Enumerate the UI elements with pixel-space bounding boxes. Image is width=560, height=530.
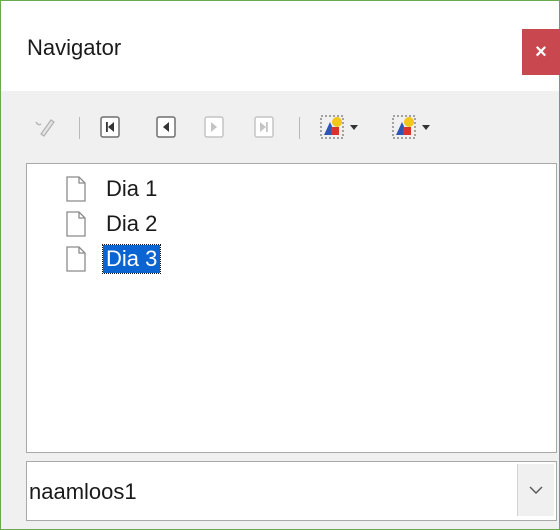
chevron-down-icon — [422, 125, 430, 130]
toolbar — [1, 101, 559, 153]
document-icon — [66, 176, 86, 202]
shapes-button[interactable] — [383, 111, 439, 143]
chevron-down-icon — [350, 125, 358, 130]
last-slide-icon — [254, 116, 274, 138]
title-bar: Navigator × — [1, 1, 560, 91]
tree-item-dia-3[interactable]: Dia 3 — [65, 242, 162, 276]
previous-slide-button[interactable] — [151, 111, 181, 143]
edit-icon — [35, 119, 55, 137]
document-icon — [66, 211, 86, 237]
document-icon — [66, 246, 86, 272]
previous-slide-icon — [156, 116, 176, 138]
navigator-window: Navigator × Dia 1 Dia 2 Dia 3 naamloos1 — [0, 0, 560, 530]
document-select[interactable]: naamloos1 — [26, 461, 557, 521]
edit-button[interactable] — [29, 111, 61, 143]
slide-tree[interactable]: Dia 1 Dia 2 Dia 3 — [26, 163, 557, 453]
shapes-icon — [392, 115, 416, 139]
document-select-value: naamloos1 — [29, 479, 137, 504]
toolbar-separator — [299, 117, 300, 139]
tree-item-dia-1[interactable]: Dia 1 — [65, 172, 160, 206]
tree-item-dia-2[interactable]: Dia 2 — [65, 207, 160, 241]
tree-item-label: Dia 2 — [106, 211, 158, 236]
tree-item-label: Dia 1 — [106, 176, 158, 201]
first-slide-icon — [100, 116, 120, 138]
toolbar-separator — [79, 117, 80, 139]
last-slide-button[interactable] — [249, 111, 279, 143]
first-slide-button[interactable] — [95, 111, 125, 143]
close-icon: × — [535, 40, 547, 63]
drag-mode-icon — [320, 115, 344, 139]
chevron-down-icon — [529, 486, 543, 494]
document-select-dropdown-button[interactable] — [517, 464, 554, 516]
drag-mode-button[interactable] — [311, 111, 367, 143]
window-title: Navigator — [27, 35, 122, 60]
next-slide-button[interactable] — [199, 111, 229, 143]
next-slide-icon — [204, 116, 224, 138]
tree-item-label: Dia 3 — [101, 244, 162, 274]
close-button[interactable]: × — [522, 29, 560, 75]
